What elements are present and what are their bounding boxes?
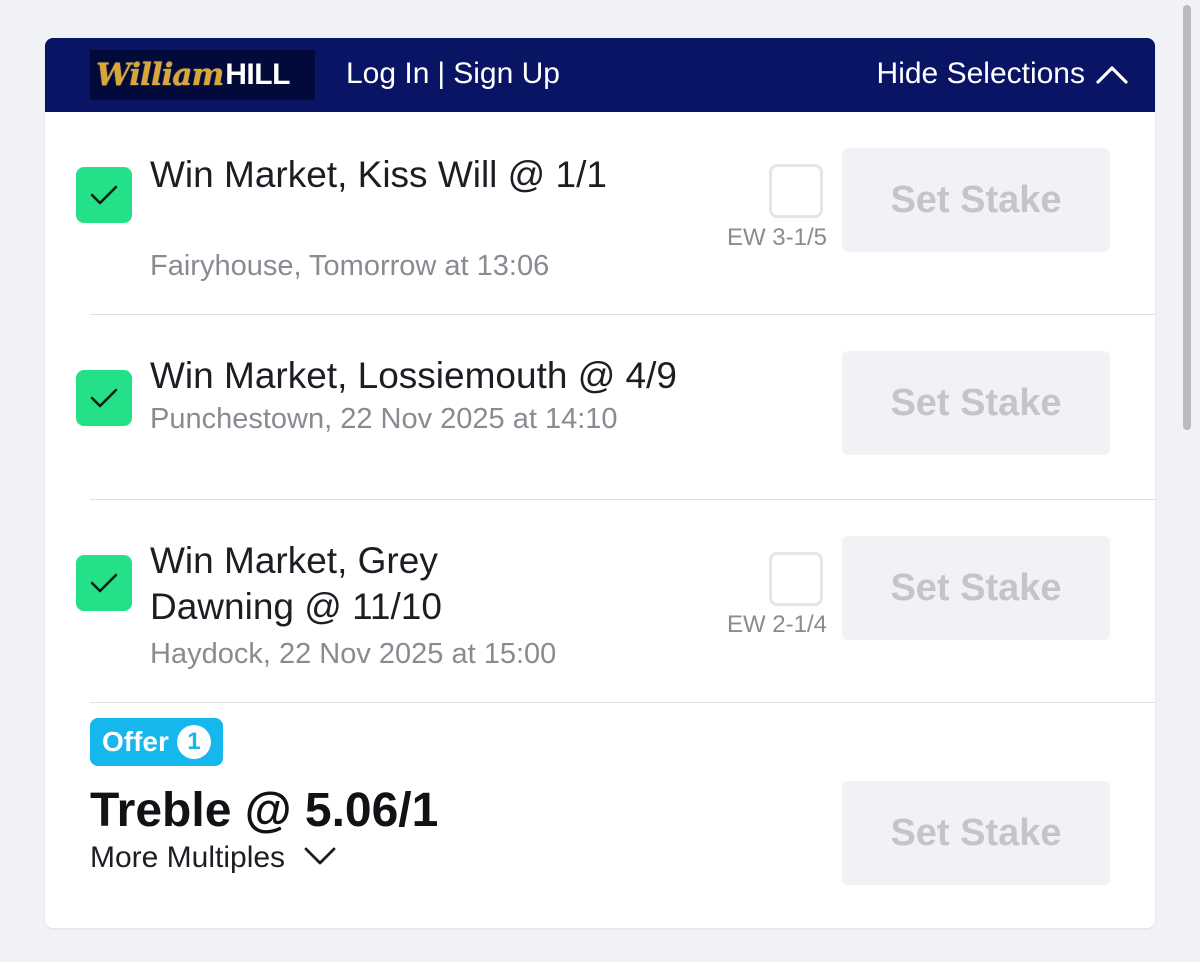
betslip-card: William HILL Log In | Sign Up Hide Selec… — [45, 38, 1155, 928]
treble-title: Treble @ 5.06/1 — [90, 784, 439, 837]
check-icon — [90, 185, 118, 205]
selection-title: Win Market, Grey Dawning @ 11/10 — [150, 540, 442, 627]
logo-script-text: William — [96, 57, 224, 93]
selection-checkbox[interactable] — [76, 370, 132, 426]
each-way-terms: EW 2-1/4 — [726, 611, 827, 638]
selection-subtitle: Haydock, 22 Nov 2025 at 15:00 — [150, 638, 557, 670]
logo-block-text: HILL — [225, 58, 290, 91]
each-way-checkbox[interactable] — [769, 164, 823, 218]
chevron-down-icon — [303, 841, 337, 875]
set-stake-button[interactable]: Set Stake — [842, 351, 1110, 455]
selection-checkbox[interactable] — [76, 167, 132, 223]
login-link[interactable]: Log In — [346, 57, 429, 91]
selection-checkbox[interactable] — [76, 555, 132, 611]
more-multiples-label: More Multiples — [90, 841, 286, 874]
auth-separator: | — [437, 57, 446, 90]
more-multiples-toggle[interactable]: More Multiples — [90, 841, 337, 875]
set-stake-button[interactable]: Set Stake — [842, 781, 1110, 885]
offer-label: Offer — [102, 726, 169, 757]
auth-links: Log In | Sign Up — [346, 57, 560, 91]
each-way-checkbox[interactable] — [769, 552, 823, 606]
set-stake-button[interactable]: Set Stake — [842, 536, 1110, 640]
hide-selections-button[interactable]: Hide Selections — [877, 57, 1129, 91]
william-hill-logo[interactable]: William HILL — [90, 50, 315, 100]
divider — [90, 702, 1155, 703]
hide-selections-label: Hide Selections — [876, 57, 1085, 90]
each-way-terms: EW 3-1/5 — [726, 224, 827, 251]
check-icon — [90, 573, 118, 593]
selection-title: Win Market, Lossiemouth @ 4/9 — [150, 355, 677, 396]
offer-count: 1 — [176, 725, 211, 759]
selection-subtitle: Punchestown, 22 Nov 2025 at 14:10 — [150, 403, 618, 435]
offer-badge[interactable]: Offer 1 — [90, 718, 223, 766]
divider — [90, 314, 1155, 315]
scrollbar[interactable] — [1183, 5, 1191, 430]
selection-title: Win Market, Kiss Will @ 1/1 — [150, 154, 607, 195]
set-stake-button[interactable]: Set Stake — [842, 148, 1110, 252]
betslip-header: William HILL Log In | Sign Up Hide Selec… — [45, 38, 1155, 112]
chevron-up-icon — [1095, 63, 1129, 85]
check-icon — [90, 388, 118, 408]
selection-subtitle: Fairyhouse, Tomorrow at 13:06 — [150, 250, 550, 282]
signup-link[interactable]: Sign Up — [453, 57, 560, 91]
divider — [90, 499, 1155, 500]
